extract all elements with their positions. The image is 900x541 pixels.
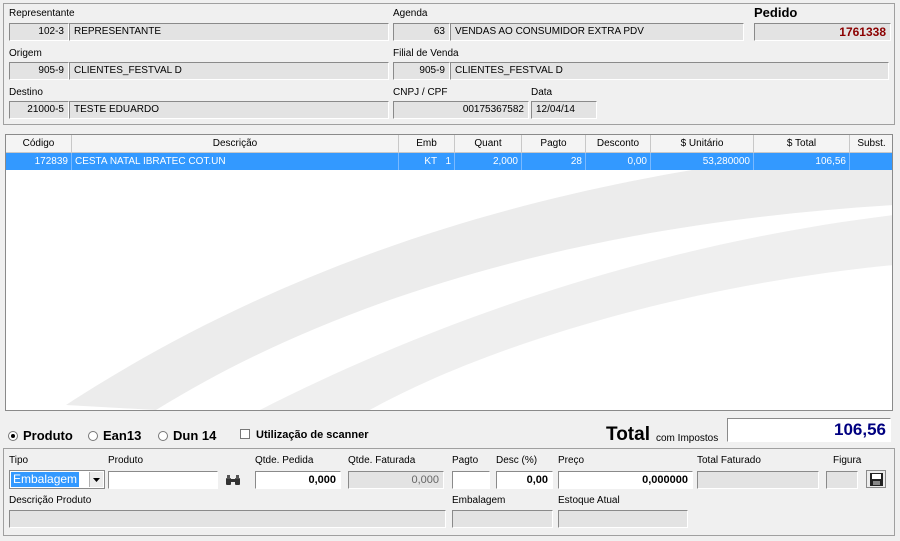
cell-quant: 2,000 bbox=[455, 153, 522, 170]
total-label: Total bbox=[606, 424, 650, 445]
qtde-faturada-label: Qtde. Faturada bbox=[348, 455, 416, 466]
scanner-checkbox[interactable]: Utilização de scanner bbox=[240, 429, 369, 441]
pagto-input[interactable] bbox=[452, 471, 490, 489]
destino-code-field[interactable]: 21000-5 bbox=[9, 101, 69, 119]
scanner-checkbox-box[interactable] bbox=[240, 429, 250, 439]
qtde-pedida-input[interactable]: 0,000 bbox=[255, 471, 341, 489]
tipo-select-value: Embalagem bbox=[11, 472, 80, 487]
pagto-label: Pagto bbox=[452, 455, 479, 466]
filial-code-field[interactable]: 905-9 bbox=[393, 62, 450, 80]
estoque-label: Estoque Atual bbox=[558, 495, 620, 506]
preco-label: Preço bbox=[558, 455, 585, 466]
cell-emb: KT 1 bbox=[399, 153, 455, 170]
produto-input[interactable] bbox=[108, 471, 218, 489]
binoculars-icon[interactable] bbox=[223, 471, 243, 489]
produto-label: Produto bbox=[108, 455, 144, 466]
data-field[interactable]: 12/04/14 bbox=[531, 101, 597, 119]
col-header-unitario[interactable]: $ Unitário bbox=[651, 135, 754, 153]
cell-total: 106,56 bbox=[754, 153, 850, 170]
col-header-desconto[interactable]: Desconto bbox=[586, 135, 651, 153]
cell-codigo: 172839 bbox=[6, 153, 72, 170]
radio-dun14-label: Dun 14 bbox=[173, 428, 217, 443]
figura-field bbox=[826, 471, 858, 489]
destino-label: Destino bbox=[9, 87, 43, 98]
cnpj-field[interactable]: 00175367582 bbox=[393, 101, 529, 119]
origem-label: Origem bbox=[9, 48, 42, 59]
total-sublabel: com Impostos bbox=[656, 433, 719, 444]
cnpj-label: CNPJ / CPF bbox=[393, 87, 448, 98]
tipo-label: Tipo bbox=[9, 455, 29, 466]
representante-label: Representante bbox=[9, 8, 75, 19]
figura-label: Figura bbox=[833, 455, 862, 466]
tipo-select[interactable]: Embalagem bbox=[9, 470, 105, 489]
items-grid[interactable]: Código Descrição Emb Quant Pagto Descont… bbox=[5, 134, 893, 411]
filial-label: Filial de Venda bbox=[393, 48, 459, 59]
cell-pagto: 28 bbox=[522, 153, 586, 170]
radio-ean13-indicator[interactable] bbox=[88, 431, 98, 441]
descricao-produto-field bbox=[9, 510, 446, 528]
cell-unitario: 53,280000 bbox=[651, 153, 754, 170]
col-header-quant[interactable]: Quant bbox=[455, 135, 522, 153]
col-header-total[interactable]: $ Total bbox=[754, 135, 850, 153]
agenda-name-field[interactable]: VENDAS AO CONSUMIDOR EXTRA PDV bbox=[450, 23, 744, 41]
table-row[interactable]: 172839 CESTA NATAL IBRATEC COT.UN KT 1 2… bbox=[6, 153, 892, 170]
embalagem-label: Embalagem bbox=[452, 495, 506, 506]
embalagem-field bbox=[452, 510, 553, 528]
total-faturado-field bbox=[697, 471, 819, 489]
col-header-pagto[interactable]: Pagto bbox=[522, 135, 586, 153]
radio-dun14-indicator[interactable] bbox=[158, 431, 168, 441]
agenda-label: Agenda bbox=[393, 8, 428, 19]
watermark-logo bbox=[66, 145, 892, 410]
representante-code-field[interactable]: 102-3 bbox=[9, 23, 69, 41]
grid-header: Código Descrição Emb Quant Pagto Descont… bbox=[6, 135, 892, 153]
representante-name-field[interactable]: REPRESENTANTE bbox=[69, 23, 389, 41]
cell-descricao: CESTA NATAL IBRATEC COT.UN bbox=[72, 153, 399, 170]
qtde-pedida-label: Qtde. Pedida bbox=[255, 455, 314, 466]
cell-emb-qty: 1 bbox=[445, 156, 451, 167]
data-label: Data bbox=[531, 87, 553, 98]
radio-dun14[interactable]: Dun 14 bbox=[158, 428, 216, 443]
total-faturado-label: Total Faturado bbox=[697, 455, 761, 466]
col-header-descricao[interactable]: Descrição bbox=[72, 135, 399, 153]
descricao-produto-label: Descrição Produto bbox=[9, 495, 92, 506]
qtde-faturada-field: 0,000 bbox=[348, 471, 444, 489]
scanner-checkbox-label: Utilização de scanner bbox=[256, 429, 369, 441]
radio-produto[interactable]: Produto bbox=[8, 428, 73, 443]
origem-name-field[interactable]: CLIENTES_FESTVAL D bbox=[69, 62, 389, 80]
origem-code-field[interactable]: 905-9 bbox=[9, 62, 69, 80]
preco-input[interactable]: 0,000000 bbox=[558, 471, 693, 489]
radio-ean13[interactable]: Ean13 bbox=[88, 428, 141, 443]
col-header-emb[interactable]: Emb bbox=[399, 135, 455, 153]
total-value-field: 106,56 bbox=[727, 418, 891, 442]
dropdown-arrow-icon[interactable] bbox=[89, 472, 103, 487]
pedido-number-field: 1761338 bbox=[754, 23, 891, 41]
destino-name-field[interactable]: TESTE EDUARDO bbox=[69, 101, 389, 119]
desc-input[interactable]: 0,00 bbox=[496, 471, 553, 489]
save-icon[interactable] bbox=[866, 470, 886, 488]
col-header-codigo[interactable]: Código bbox=[6, 135, 72, 153]
radio-ean13-label: Ean13 bbox=[103, 428, 142, 443]
estoque-field bbox=[558, 510, 688, 528]
cell-emb-unit: KT bbox=[424, 156, 438, 167]
col-header-subst[interactable]: Subst. bbox=[850, 135, 892, 153]
radio-produto-label: Produto bbox=[23, 428, 73, 443]
cell-subst bbox=[850, 153, 892, 170]
radio-produto-indicator[interactable] bbox=[8, 431, 18, 441]
pedido-label: Pedido bbox=[754, 5, 798, 20]
agenda-code-field[interactable]: 63 bbox=[393, 23, 450, 41]
desc-label: Desc (%) bbox=[496, 455, 538, 466]
cell-desconto: 0,00 bbox=[586, 153, 651, 170]
filial-name-field[interactable]: CLIENTES_FESTVAL D bbox=[450, 62, 889, 80]
